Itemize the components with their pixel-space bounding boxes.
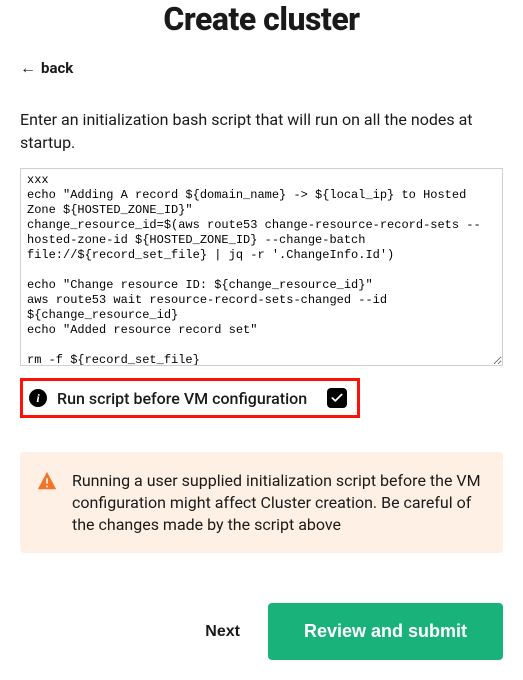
arrow-left-icon: ← xyxy=(20,58,36,78)
page-title: Create cluster xyxy=(20,0,503,38)
run-before-vm-label: Run script before VM configuration xyxy=(57,389,307,408)
description-text: Enter an initialization bash script that… xyxy=(20,108,503,154)
run-before-vm-checkbox[interactable] xyxy=(327,388,347,408)
run-before-vm-row: i Run script before VM configuration xyxy=(20,378,360,418)
button-row: Next Review and submit xyxy=(20,603,503,660)
warning-text: Running a user supplied initialization s… xyxy=(72,470,483,535)
init-script-textarea[interactable] xyxy=(20,168,503,366)
info-icon[interactable]: i xyxy=(29,389,47,407)
review-submit-button[interactable]: Review and submit xyxy=(268,603,503,660)
check-icon xyxy=(330,391,344,405)
back-label: back xyxy=(41,59,73,77)
warning-banner: Running a user supplied initialization s… xyxy=(20,452,503,553)
back-link[interactable]: ← back xyxy=(20,58,73,78)
next-button[interactable]: Next xyxy=(205,623,240,641)
warning-icon xyxy=(36,470,58,496)
checkbox-left: i Run script before VM configuration xyxy=(29,389,307,408)
